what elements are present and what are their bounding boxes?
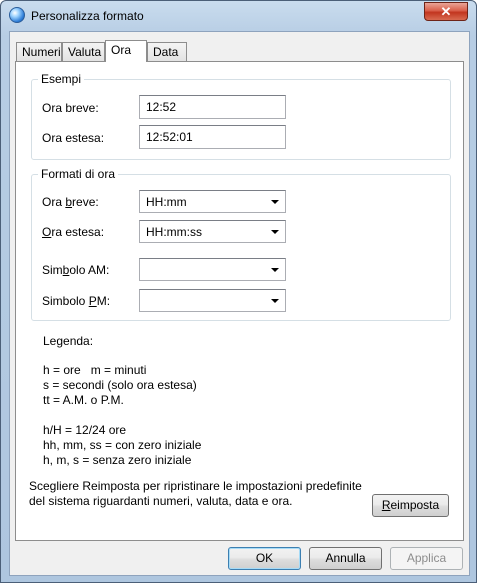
tab-valuta[interactable]: Valuta <box>62 42 105 61</box>
close-button[interactable]: ✕ <box>424 2 468 21</box>
long-time-format-value: HH:mm:ss <box>146 225 202 239</box>
window-title: Personalizza formato <box>31 9 144 23</box>
am-symbol-select[interactable] <box>139 258 286 281</box>
long-time-format-select[interactable]: HH:mm:ss <box>139 220 286 243</box>
ok-button[interactable]: OK <box>228 547 301 570</box>
title-bar[interactable]: Personalizza formato ✕ <box>1 1 476 31</box>
legend-line: h = ore m = minuti <box>43 363 147 377</box>
tab-panel-ora: Esempi Ora breve: 12:52 Ora estesa: 12:5… <box>15 61 464 541</box>
short-time-example-label: Ora breve: <box>42 101 99 115</box>
time-formats-group-title: Formati di ora <box>38 167 119 181</box>
chevron-down-icon <box>271 230 279 234</box>
long-time-format-label: Ora estesa: <box>42 225 105 239</box>
short-time-example-field[interactable]: 12:52 <box>139 95 286 119</box>
short-time-format-label: Ora breve: <box>42 195 99 209</box>
legend-line: h/H = 12/24 ore <box>43 423 127 437</box>
chevron-down-icon <box>271 268 279 272</box>
time-formats-group: Formati di ora Ora breve: HH:mm Ora este… <box>31 167 451 321</box>
legend-line: s = secondi (solo ora estesa) <box>43 378 197 392</box>
legend-line: tt = A.M. o P.M. <box>43 393 124 407</box>
tab-numeri[interactable]: Numeri <box>16 42 62 61</box>
examples-group: Esempi Ora breve: 12:52 Ora estesa: 12:5… <box>31 72 451 160</box>
apply-button[interactable]: Applica <box>390 547 463 570</box>
pm-symbol-label: Simbolo PM: <box>42 294 111 308</box>
globe-icon <box>9 7 25 23</box>
long-time-example-label: Ora estesa: <box>42 131 105 145</box>
am-symbol-label: Simbolo AM: <box>42 263 110 277</box>
tab-data[interactable]: Data <box>147 42 187 61</box>
short-time-format-value: HH:mm <box>146 195 187 209</box>
legend-title: Legenda: <box>43 334 94 348</box>
reset-button[interactable]: Reimposta <box>372 494 449 517</box>
reset-description-line1: Scegliere Reimposta per ripristinare le … <box>29 479 362 493</box>
short-time-format-select[interactable]: HH:mm <box>139 190 286 213</box>
long-time-example-field[interactable]: 12:52:01 <box>139 125 286 149</box>
chevron-down-icon <box>271 200 279 204</box>
examples-group-title: Esempi <box>38 72 85 86</box>
legend-line: hh, mm, ss = con zero iniziale <box>43 438 202 452</box>
pm-symbol-select[interactable] <box>139 289 286 312</box>
legend-line: h, m, s = senza zero iniziale <box>43 453 192 467</box>
dialog-client-area: Numeri Valuta Ora Data Esempi Ora breve:… <box>9 31 470 576</box>
chevron-down-icon <box>271 299 279 303</box>
tab-ora[interactable]: Ora <box>105 40 147 62</box>
reset-description-line2: del sistema riguardanti numeri, valuta, … <box>29 494 293 508</box>
dialog-window: Personalizza formato ✕ Numeri Valuta Ora… <box>0 0 477 583</box>
cancel-button[interactable]: Annulla <box>309 547 382 570</box>
